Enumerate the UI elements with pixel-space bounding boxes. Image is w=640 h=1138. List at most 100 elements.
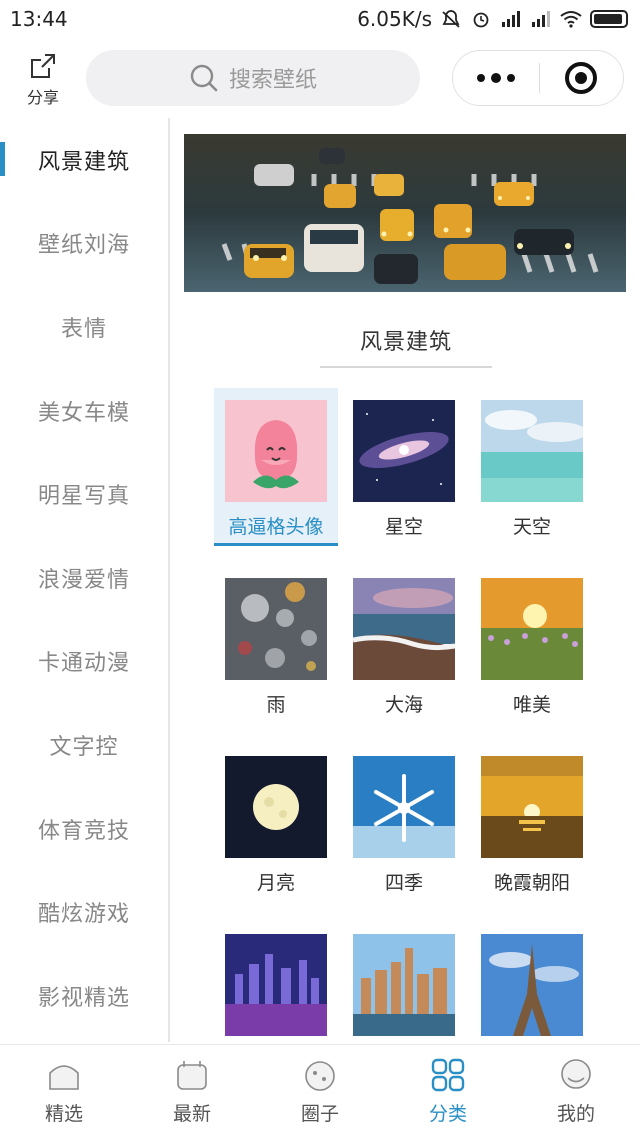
skyline-thumbnail: [353, 934, 455, 1036]
battery-icon: [590, 10, 628, 28]
sidebar-item-label: 风景建筑: [37, 149, 130, 175]
galaxy-thumbnail: [353, 400, 455, 502]
close-miniprogram-button[interactable]: [540, 51, 624, 105]
grid-item-city-skyline[interactable]: [342, 922, 466, 1042]
grid-item-label: 大海: [384, 694, 423, 716]
grid-item-label: 晚霞朝阳: [493, 872, 570, 894]
sunset-thumbnail: [481, 756, 583, 858]
city-traffic-image: [184, 134, 626, 292]
sidebar-item-romance[interactable]: 浪漫爱情: [0, 536, 168, 620]
sidebar-item-label: 文字控: [49, 734, 119, 760]
sidebar-item-car-models[interactable]: 美女车模: [0, 369, 168, 453]
nav-mine[interactable]: 我的: [512, 1045, 640, 1138]
sidebar-item-label: 明星写真: [37, 484, 130, 510]
nav-label: 我的: [556, 1103, 595, 1125]
nav-circle[interactable]: 圈子: [256, 1045, 384, 1138]
aesthetic-thumbnail: [481, 578, 583, 680]
sidebar-item-celebrity[interactable]: 明星写真: [0, 452, 168, 536]
sidebar-item-text[interactable]: 文字控: [0, 703, 168, 787]
sky-thumbnail: [481, 400, 583, 502]
grid-item-starry-sky[interactable]: 星空: [342, 388, 466, 546]
sidebar-item-movies[interactable]: 影视精选: [0, 954, 168, 1038]
grid-item-label: 星空: [384, 516, 423, 538]
target-icon: [565, 62, 598, 94]
moon-thumbnail: [225, 756, 327, 858]
grid-item-moon[interactable]: 月亮: [214, 744, 338, 902]
search-input[interactable]: 搜索壁纸: [86, 50, 420, 106]
featured-icon: [49, 1065, 79, 1090]
sidebar-item-label: 壁纸刘海: [37, 233, 130, 259]
circle-icon: [305, 1061, 335, 1091]
sidebar-item-scenery[interactable]: 风景建筑: [0, 118, 168, 202]
sidebar-item-label: 影视精选: [37, 985, 130, 1011]
category-content: 风景建筑 高逼格头像 星空 天空 雨 大海 唯美 月亮 四季 晚霞朝阳: [172, 118, 640, 1042]
mute-icon: [442, 10, 460, 28]
sidebar-item-label: 浪漫爱情: [37, 567, 130, 593]
sea-thumbnail: [353, 578, 455, 680]
nav-label: 最新: [172, 1103, 211, 1125]
grid-item-label: 高逼格头像: [228, 516, 324, 538]
sidebar-item-notch-wallpaper[interactable]: 壁纸刘海: [0, 202, 168, 286]
network-speed: 6.05K/s: [357, 7, 432, 31]
sidebar-item-label: 表情: [60, 316, 107, 342]
grid-item-label: 天空: [512, 516, 551, 538]
share-icon: [31, 54, 55, 78]
nav-category[interactable]: 分类: [384, 1045, 512, 1138]
category-sidebar: 风景建筑 壁纸刘海 表情 美女车模 明星写真 浪漫爱情 卡通动漫 文字控 体育竞…: [0, 118, 170, 1042]
wifi-icon: [560, 11, 582, 28]
grid-item-label: 四季: [384, 872, 423, 894]
app-screen: 13:44 6.05K/s 分享 搜索壁纸 风景建筑 壁纸刘海 表情 美女车模 …: [0, 0, 640, 1138]
profile-icon: [561, 1059, 591, 1089]
status-icons: 6.05K/s: [357, 7, 628, 31]
latest-icon: [177, 1061, 207, 1090]
top-bar: 分享 搜索壁纸: [0, 40, 640, 116]
more-dot-icon: [476, 74, 485, 82]
nav-label: 圈子: [300, 1103, 339, 1125]
nav-featured[interactable]: 精选: [0, 1045, 128, 1138]
sidebar-item-label: 卡通动漫: [37, 651, 130, 677]
sidebar-item-label: 美女车模: [37, 400, 130, 426]
sidebar-item-label: 酷炫游戏: [37, 902, 130, 928]
grid-item-rain[interactable]: 雨: [214, 566, 338, 724]
more-dot-icon: [490, 73, 501, 83]
target-dot: [575, 72, 588, 84]
grid-item-label: 雨: [266, 694, 286, 716]
share-label: 分享: [26, 88, 59, 107]
search-icon: [190, 64, 218, 92]
city-night-thumbnail: [225, 934, 327, 1036]
eiffel-thumbnail: [481, 934, 583, 1036]
grid-item-eiffel[interactable]: [470, 922, 594, 1042]
nav-latest[interactable]: 最新: [128, 1045, 256, 1138]
nav-label: 分类: [428, 1103, 467, 1125]
signal-icon: [502, 11, 520, 27]
grid-item-avatar[interactable]: 高逼格头像: [214, 388, 338, 546]
avatar-thumbnail: [225, 400, 327, 502]
more-button[interactable]: [453, 51, 539, 105]
grid-item-seasons[interactable]: 四季: [342, 744, 466, 902]
grid-item-city-night[interactable]: [214, 922, 338, 1042]
banner-image[interactable]: [184, 134, 626, 292]
nav-label: 精选: [44, 1103, 83, 1125]
section-title-underline: [320, 366, 492, 368]
status-bar: 13:44 6.05K/s: [0, 0, 640, 38]
section-title: 风景建筑: [359, 330, 452, 355]
alarm-icon: [473, 12, 489, 28]
miniprogram-capsule: [452, 50, 624, 106]
search-placeholder: 搜索壁纸: [228, 68, 317, 93]
sidebar-item-cartoon[interactable]: 卡通动漫: [0, 620, 168, 704]
share-button[interactable]: 分享: [20, 52, 66, 108]
grid-item-sea[interactable]: 大海: [342, 566, 466, 724]
signal-icon-2: [532, 11, 550, 27]
sidebar-item-sports[interactable]: 体育竞技: [0, 787, 168, 871]
more-dot-icon: [506, 74, 515, 82]
sidebar-item-games[interactable]: 酷炫游戏: [0, 870, 168, 954]
grid-item-aesthetic[interactable]: 唯美: [470, 566, 594, 724]
grid-item-label: 月亮: [256, 872, 295, 894]
grid-item-sky[interactable]: 天空: [470, 388, 594, 546]
sidebar-item-emoji[interactable]: 表情: [0, 285, 168, 369]
status-time: 13:44: [10, 7, 68, 31]
grid-item-label: 唯美: [512, 694, 551, 716]
snowflake-thumbnail: [353, 756, 455, 858]
grid-item-sunset[interactable]: 晚霞朝阳: [470, 744, 594, 902]
category-grid-icon: [431, 1058, 465, 1092]
